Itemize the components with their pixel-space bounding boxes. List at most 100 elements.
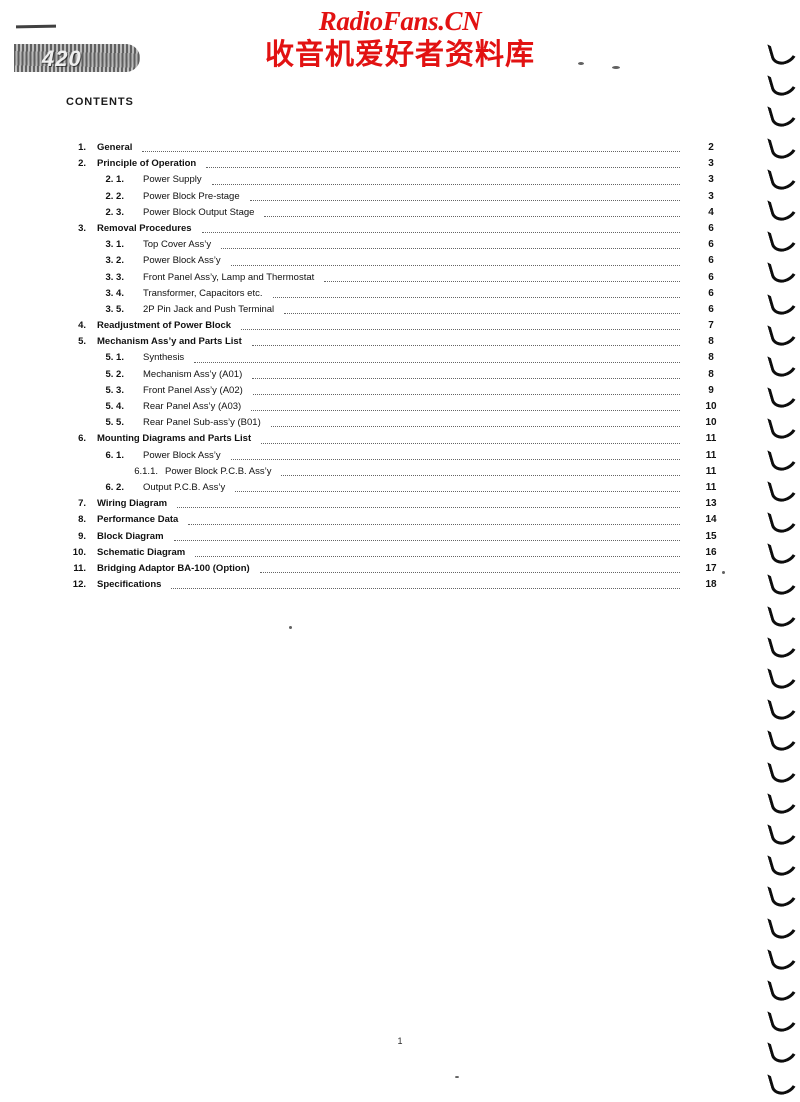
toc-entry[interactable]: 9. Block Diagram 15 (66, 529, 726, 545)
toc-entry-title: Performance Data (97, 514, 179, 526)
toc-entry-page-number: 11 (705, 481, 717, 493)
toc-entry-page-number: 3 (708, 158, 714, 170)
toc-dot-leader (251, 409, 680, 412)
toc-entry-page-number: 8 (708, 352, 714, 364)
toc-entry-page-number: 14 (705, 514, 717, 526)
toc-entry[interactable]: 1. General 2 (66, 140, 726, 156)
toc-entry-title: Mounting Diagrams and Parts List (97, 433, 252, 445)
binding-ring (770, 477, 792, 491)
logo-rule (15, 24, 57, 29)
binding-ring (770, 446, 792, 460)
document-page: RadioFans.CN 收音机爱好者资料库 420 CONTENTS 1. Ge… (0, 0, 800, 1102)
toc-entry-number: 3. (78, 222, 86, 234)
toc-entry-title: Power Block Output Stage (143, 206, 255, 218)
watermark-latin-text: RadioFans.CN (318, 6, 482, 36)
toc-dot-leader (241, 328, 680, 331)
toc-dot-leader (202, 231, 680, 234)
toc-entry[interactable]: 6.1.1. Power Block P.C.B. Ass’y 11 (66, 464, 726, 480)
toc-dot-leader (324, 280, 680, 282)
toc-entry[interactable]: 6. 2. Output P.C.B. Ass’y 11 (66, 480, 726, 496)
toc-dot-leader (194, 361, 680, 363)
toc-dot-leader (171, 587, 680, 590)
toc-entry[interactable]: 12. Specifications 18 (66, 577, 726, 593)
toc-dot-leader (281, 474, 680, 476)
toc-entry[interactable]: 2. 1. Power Supply 3 (66, 172, 726, 188)
toc-entry-number: 3. 2. (105, 255, 125, 267)
toc-entry[interactable]: 5. 4. Rear Panel Ass’y (A03) 10 (66, 399, 726, 415)
toc-entry-title: Top Cover Ass’y (143, 239, 212, 251)
binding-ring (770, 695, 792, 709)
toc-entry[interactable]: 5. 1. Synthesis 8 (66, 350, 726, 366)
binding-ring (770, 726, 792, 740)
toc-entry[interactable]: 3. 4. Transformer, Capacitors etc. 6 (66, 286, 726, 302)
binding-ring (770, 789, 792, 803)
toc-entry-title: Power Block Ass’y (143, 449, 221, 461)
toc-entry[interactable]: 5. 5. Rear Panel Sub-ass’y (B01) 10 (66, 415, 726, 431)
toc-entry[interactable]: 3. 2. Power Block Ass’y 6 (66, 253, 726, 269)
toc-entry-title: Mechanism Ass’y (A01) (143, 368, 243, 380)
logo-model-number: 420 (42, 46, 82, 71)
toc-entry[interactable]: 3. 1. Top Cover Ass’y 6 (66, 237, 726, 253)
toc-entry[interactable]: 10. Schematic Diagram 16 (66, 545, 726, 561)
toc-entry[interactable]: 4. Readjustment of Power Block 7 (66, 318, 726, 334)
toc-entry[interactable]: 5. 3. Front Panel Ass’y (A02) 9 (66, 383, 726, 399)
toc-entry-page-number: 11 (705, 449, 717, 461)
toc-entry[interactable]: 2. 2. Power Block Pre-stage 3 (66, 189, 726, 205)
toc-entry-page-number: 17 (705, 562, 717, 574)
toc-dot-leader (271, 425, 680, 428)
toc-entry[interactable]: 6. Mounting Diagrams and Parts List 11 (66, 431, 726, 447)
toc-dot-leader (231, 458, 680, 460)
toc-entry[interactable]: 3. Removal Procedures 6 (66, 221, 726, 237)
toc-entry-page-number: 18 (705, 579, 717, 591)
toc-entry-title: General (97, 142, 133, 153)
toc-dot-leader (206, 166, 680, 169)
toc-entry[interactable]: 11. Bridging Adaptor BA-100 (Option) 17 (66, 561, 726, 577)
toc-entry-number: 7. (78, 498, 86, 510)
toc-entry[interactable]: 3. 3. Front Panel Ass’y, Lamp and Thermos… (66, 270, 726, 286)
toc-entry-page-number: 3 (708, 190, 714, 202)
toc-entry[interactable]: 2. 3. Power Block Output Stage 4 (66, 205, 726, 221)
toc-entry-page-number: 6 (708, 287, 714, 299)
toc-entry[interactable]: 5. 2. Mechanism Ass’y (A01) 8 (66, 367, 726, 383)
toc-dot-leader (253, 393, 680, 395)
toc-entry[interactable]: 8. Performance Data 14 (66, 512, 726, 528)
toc-entry-page-number: 6 (708, 239, 714, 251)
toc-entry-title: Rear Panel Ass’y (A03) (143, 401, 242, 412)
toc-entry-page-number: 11 (705, 433, 717, 445)
toc-entry-title: Synthesis (143, 352, 185, 364)
toc-entry-title: Power Block P.C.B. Ass’y (165, 465, 272, 477)
toc-entry[interactable]: 5. Mechanism Ass’y and Parts List 8 (66, 334, 726, 350)
scan-artifact-speck (289, 626, 292, 629)
toc-entry[interactable]: 3. 5. 2P Pin Jack and Push Terminal 6 (66, 302, 726, 318)
toc-entry-number: 5. 5. (105, 417, 125, 429)
binding-ring (770, 383, 792, 397)
toc-entry-page-number: 10 (705, 417, 717, 429)
toc-entry-number: 6. 2. (105, 481, 125, 493)
toc-entry-page-number: 4 (708, 206, 714, 218)
scan-artifact-speck (578, 62, 584, 65)
binding-ring (770, 40, 792, 54)
toc-entry-title: Power Supply (143, 174, 202, 186)
toc-entry-number: 6. (78, 433, 86, 445)
toc-entry-title: Readjustment of Power Block (97, 320, 232, 332)
toc-entry-number: 3. 1. (105, 239, 125, 251)
toc-entry-title: Principle of Operation (97, 158, 197, 170)
toc-entry-number: 8. (78, 514, 86, 526)
toc-entry[interactable]: 7. Wiring Diagram 13 (66, 496, 726, 512)
toc-dot-leader (174, 539, 680, 541)
toc-entry-number: 12. (72, 579, 86, 591)
binding-ring (770, 196, 792, 210)
scan-artifact-speck (612, 66, 620, 69)
toc-entry-page-number: 16 (705, 546, 717, 558)
binding-ring (770, 633, 792, 647)
toc-entry-page-number: 9 (708, 384, 714, 396)
toc-entry-title: Block Diagram (97, 530, 164, 542)
toc-entry[interactable]: 2. Principle of Operation 3 (66, 156, 726, 172)
binding-ring (770, 945, 792, 959)
toc-entry[interactable]: 6. 1. Power Block Ass’y 11 (66, 448, 726, 464)
scan-artifact-speck (455, 1076, 459, 1078)
binding-ring (770, 820, 792, 834)
spiral-binding-rings (754, 0, 800, 1102)
toc-dot-leader (273, 296, 680, 298)
toc-entry-number: 3. 5. (105, 303, 125, 315)
